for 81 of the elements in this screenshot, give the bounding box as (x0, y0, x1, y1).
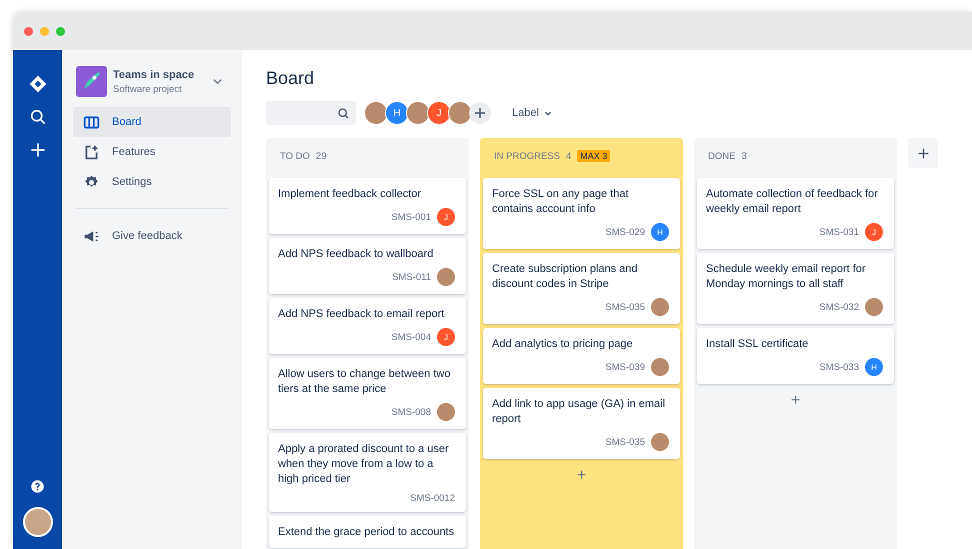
issue-title: Force SSL on any page that contains account info (492, 187, 630, 217)
add-person-icon[interactable] (469, 102, 491, 124)
issue-key: SMS-035 (605, 302, 645, 312)
column-title: IN PROGRESS (494, 150, 560, 162)
label-dropdown[interactable]: Label (506, 106, 559, 120)
issue-count: 29 (316, 150, 326, 162)
assignee-avatar (651, 298, 669, 316)
column-title: DONE (708, 150, 736, 162)
issue-title: Install SSL certificate (706, 337, 810, 352)
assignee-avatar (651, 358, 669, 376)
issue-title: Allow users to change between two tiers at the same price (278, 367, 452, 397)
issue-key: SMS-011 (392, 272, 431, 282)
assignee-avatar (437, 268, 455, 286)
issue-key: SMS-004 (391, 332, 431, 342)
issue-card[interactable]: Allow users to change between two tiers at the same price SMS-008 (269, 358, 466, 429)
close-window-icon[interactable] (24, 26, 33, 36)
issue-key: SMS-032 (819, 302, 859, 312)
project-name: Teams in space (113, 68, 196, 80)
add-column-button[interactable] (908, 138, 938, 168)
help-icon[interactable] (30, 479, 45, 494)
issue-card[interactable]: Add NPS feedback to email report SMS-004 J (269, 298, 466, 354)
issue-key: SMS-031 (819, 226, 859, 238)
issue-key: SMS-0012 (410, 493, 455, 504)
issue-title: Schedule weekly email report for Monday mornings to all staff (706, 262, 867, 292)
issue-count: 3 (741, 150, 747, 162)
column-title: TO DO (280, 150, 310, 162)
issue-title: Apply a prorated discount to a user when they move from a low to a high priced tier (278, 442, 450, 487)
issue-card[interactable]: Add link to app usage (GA) in email report SMS-035 (483, 388, 680, 459)
assignee-avatar: H (865, 358, 883, 376)
issue-card[interactable]: Schedule weekly email report for Monday mornings to all staff SMS-032 (697, 253, 894, 324)
issue-key: SMS-008 (391, 406, 431, 418)
issue-key: SMS-029 (605, 226, 645, 238)
assignee-avatar (437, 403, 455, 421)
sidebar-item[interactable]: Settings (73, 167, 231, 197)
plus-icon (916, 146, 930, 160)
issue-title: Add analytics to pricing page (492, 337, 634, 352)
issue-title: Add link to app usage (GA) in email report (492, 397, 666, 427)
issue-count: 4 (566, 150, 572, 162)
assignee-avatar (865, 298, 883, 316)
issue-key: SMS-001 (391, 212, 431, 222)
assignee-avatar: J (437, 208, 455, 226)
search-icon (337, 106, 350, 120)
issue-key: SMS-039 (605, 362, 645, 372)
search-field[interactable] (266, 101, 356, 125)
issue-title: Create subscription plans and discount codes in Stripe (492, 262, 639, 292)
add-card-button[interactable]: + (576, 463, 586, 489)
assignee-avatar (651, 433, 669, 451)
issue-title: Add NPS feedback to wallboard (278, 247, 434, 262)
issue-card[interactable]: Add analytics to pricing page SMS-039 (483, 328, 680, 384)
issue-card[interactable]: Apply a prorated discount to a user when they move from a low to a high priced tier SMS-0012 (269, 433, 466, 512)
assignee-avatar: J (437, 328, 455, 346)
user-avatar[interactable] (22, 507, 52, 537)
limit-badge: MAX 3 (577, 150, 610, 162)
page-title: Board (266, 68, 316, 89)
issue-card[interactable]: Force SSL on any page that contains account info SMS-029 H (483, 178, 680, 249)
issue-title: Automate collection of feedback for weekly email report (706, 187, 879, 217)
issue-card[interactable]: Add NPS feedback to wallboard SMS-011 (269, 238, 466, 294)
issue-title: Extend the grace period to accounts (278, 525, 455, 540)
issue-key: SMS-035 (605, 436, 645, 448)
user-avatar[interactable] (364, 101, 388, 125)
issue-card[interactable]: Automate collection of feedback for weekly email report SMS-031 J (697, 178, 894, 249)
sidebar-item[interactable]: Features (73, 137, 231, 167)
issue-card[interactable]: Implement feedback collector SMS-001 J (269, 178, 466, 234)
issue-key: SMS-033 (819, 362, 859, 372)
issue-card[interactable]: Extend the grace period to accounts (269, 516, 466, 548)
issue-card[interactable]: Create subscription plans and discount codes in Stripe SMS-035 (483, 253, 680, 324)
sidebar-item[interactable]: Board (73, 107, 231, 137)
issue-title: Implement feedback collector (278, 187, 422, 202)
logo-icon[interactable] (28, 74, 48, 94)
columns-icon (83, 114, 100, 130)
chevron-down-icon[interactable] (212, 76, 223, 87)
user-avatar[interactable]: H (385, 101, 409, 125)
issue-card[interactable]: Install SSL certificate SMS-033 H (697, 328, 894, 384)
assignee-avatar: H (651, 223, 669, 241)
project-type: Software project (113, 84, 183, 94)
sidebar-item[interactable]: Give feedback (73, 221, 231, 251)
rocket-icon (76, 66, 107, 97)
issue-title: Add NPS feedback to email report (278, 307, 446, 322)
add-card-button[interactable]: + (790, 388, 800, 414)
add-page-icon (83, 144, 100, 160)
assignee-avatar: J (865, 223, 883, 241)
